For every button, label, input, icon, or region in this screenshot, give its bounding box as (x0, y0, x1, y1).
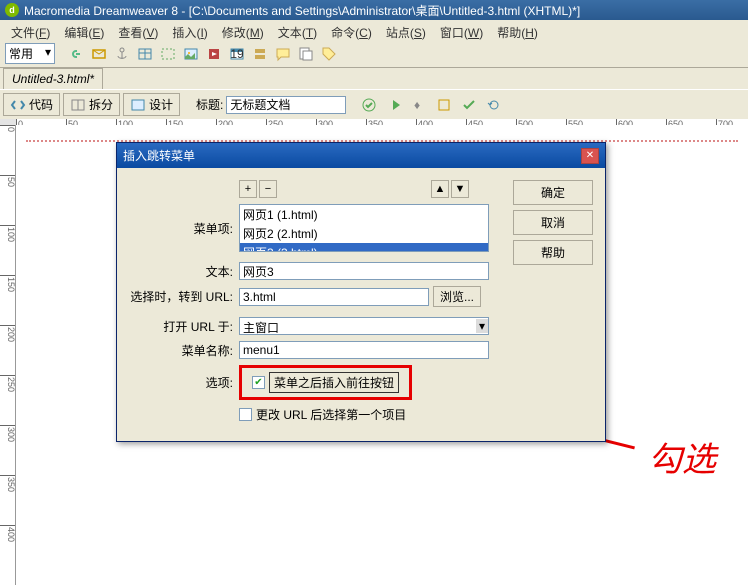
dialog-title-bar[interactable]: 插入跳转菜单 ✕ (117, 143, 605, 168)
menu-items-label: 菜单项: (129, 220, 239, 237)
tag-icon[interactable] (318, 43, 340, 65)
menu-site[interactable]: 站点(S) (380, 22, 432, 38)
menu-name-input[interactable] (239, 341, 489, 359)
templates-icon[interactable] (295, 43, 317, 65)
list-item[interactable]: 网页3 (3.html) (240, 243, 488, 252)
svg-text:19: 19 (230, 47, 244, 61)
app-icon: d (5, 3, 19, 17)
design-view-button[interactable]: 设计 (123, 93, 180, 116)
menu-bar: 文件(F) 编辑(E) 查看(V) 插入(I) 修改(M) 文本(T) 命令(C… (0, 20, 748, 40)
help-button[interactable]: 帮助 (513, 240, 593, 265)
annotation-text: 勾选 (648, 432, 716, 481)
refresh-icon[interactable] (483, 94, 505, 116)
jump-menu-dialog: 插入跳转菜单 ✕ + − ▲ ▼ 菜单项: 网页1 (1.html) 网页2 (… (116, 142, 606, 442)
dialog-title: 插入跳转菜单 (123, 147, 195, 164)
window-title: Macromedia Dreamweaver 8 - [C:\Documents… (24, 2, 580, 19)
move-down-button[interactable]: ▼ (451, 180, 469, 198)
date-icon[interactable]: 19 (226, 43, 248, 65)
text-input[interactable] (239, 262, 489, 280)
file-mgmt-icon[interactable] (433, 94, 455, 116)
options-icon[interactable]: ♦ (408, 94, 430, 116)
preview-icon[interactable] (383, 94, 405, 116)
menu-name-label: 菜单名称: (129, 342, 239, 359)
menu-help[interactable]: 帮助(H) (491, 22, 544, 38)
cancel-button[interactable]: 取消 (513, 210, 593, 235)
select-first-label: 更改 URL 后选择第一个项目 (256, 406, 406, 423)
url-label: 选择时，转到 URL: (129, 288, 239, 305)
open-in-label: 打开 URL 于: (129, 318, 239, 335)
insert-go-button-label: 菜单之后插入前往按钮 (269, 372, 399, 393)
text-label: 文本: (129, 263, 239, 280)
hyperlink-icon[interactable] (65, 43, 87, 65)
list-item[interactable]: 网页1 (1.html) (240, 205, 488, 224)
insert-category-dropdown[interactable]: 常用 (5, 43, 55, 64)
svg-text:♦: ♦ (414, 98, 420, 112)
ok-button[interactable]: 确定 (513, 180, 593, 205)
insert-go-button-checkbox[interactable]: ✔ (252, 376, 265, 389)
split-view-button[interactable]: 拆分 (63, 93, 120, 116)
table-icon[interactable] (134, 43, 156, 65)
window-title-bar: d Macromedia Dreamweaver 8 - [C:\Documen… (0, 0, 748, 20)
highlighted-option: ✔ 菜单之后插入前往按钮 (239, 365, 412, 400)
add-item-button[interactable]: + (239, 180, 257, 198)
browse-button[interactable]: 浏览... (433, 286, 481, 307)
list-item[interactable]: 网页2 (2.html) (240, 224, 488, 243)
title-label: 标题: (196, 96, 223, 113)
menu-modify[interactable]: 修改(M) (216, 22, 270, 38)
menu-edit[interactable]: 编辑(E) (58, 22, 110, 38)
remove-item-button[interactable]: − (259, 180, 277, 198)
menu-file[interactable]: 文件(F) (5, 22, 56, 38)
div-icon[interactable] (157, 43, 179, 65)
ruler-vertical: 050100150200250300350400 (0, 125, 16, 585)
url-input[interactable] (239, 288, 429, 306)
close-icon[interactable]: ✕ (581, 148, 599, 164)
move-up-button[interactable]: ▲ (431, 180, 449, 198)
image-icon[interactable] (180, 43, 202, 65)
menu-text[interactable]: 文本(T) (272, 22, 323, 38)
menu-insert[interactable]: 插入(I) (166, 22, 213, 38)
anchor-icon[interactable] (111, 43, 133, 65)
view-toolbar: 代码 拆分 设计 标题: ♦ (0, 89, 748, 119)
check-icon[interactable] (458, 94, 480, 116)
media-icon[interactable] (203, 43, 225, 65)
open-in-select[interactable]: 主窗口 (239, 317, 489, 335)
options-label: 选项: (129, 374, 239, 391)
menu-window[interactable]: 窗口(W) (434, 22, 489, 38)
menu-items-listbox[interactable]: 网页1 (1.html) 网页2 (2.html) 网页3 (3.html) (239, 204, 489, 252)
server-icon[interactable] (249, 43, 271, 65)
select-first-checkbox[interactable] (239, 408, 252, 421)
insert-toolbar: 常用 19 (0, 40, 748, 68)
comment-icon[interactable] (272, 43, 294, 65)
validate-icon[interactable] (358, 94, 380, 116)
title-input[interactable] (226, 96, 346, 114)
menu-view[interactable]: 查看(V) (112, 22, 164, 38)
code-view-button[interactable]: 代码 (3, 93, 60, 116)
email-icon[interactable] (88, 43, 110, 65)
menu-commands[interactable]: 命令(C) (325, 22, 378, 38)
document-tab[interactable]: Untitled-3.html* (3, 68, 103, 89)
